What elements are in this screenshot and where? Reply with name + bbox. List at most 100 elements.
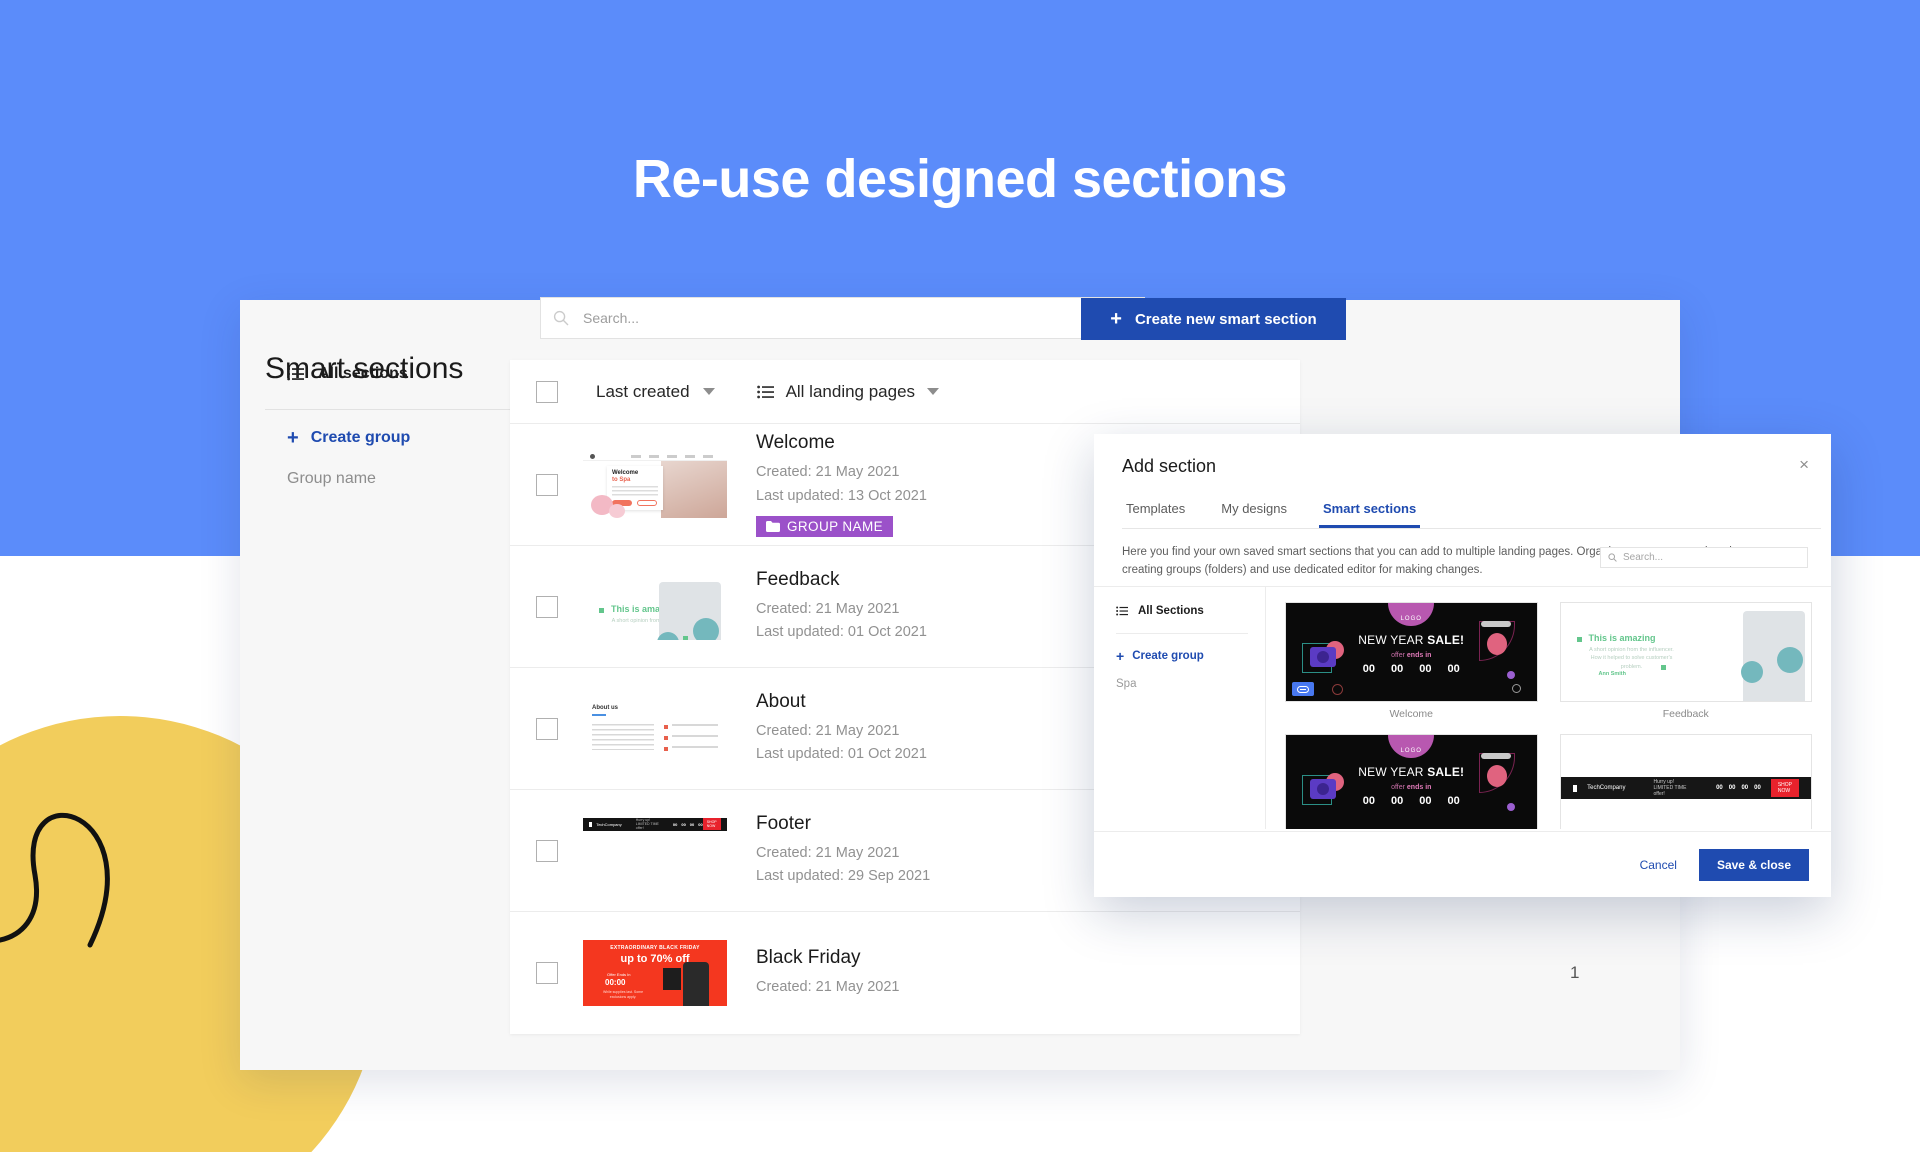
search-icon xyxy=(1608,553,1617,562)
landing-pages-filter-label: All landing pages xyxy=(785,381,916,401)
thumb-offer-bold: ends in xyxy=(1406,652,1432,659)
chevron-down-icon xyxy=(927,388,940,395)
search-placeholder: Search... xyxy=(583,310,640,326)
section-card-label: Welcome xyxy=(1389,708,1434,720)
modal-body: All Sections + Create group Spa LOGO NEW… xyxy=(1094,587,1831,829)
plus-icon: + xyxy=(1110,308,1122,330)
modal-create-group-button[interactable]: + Create group xyxy=(1116,649,1265,663)
close-icon[interactable]: × xyxy=(1799,456,1809,473)
sidebar: All sections + Create group Group name xyxy=(265,358,533,488)
thumb-welcome-h2: to Spa xyxy=(612,476,631,483)
row-updated: Last updated: 29 Sep 2021 xyxy=(756,868,931,884)
select-all-checkbox[interactable] xyxy=(536,380,558,403)
thumb-fb-name: Ann Smith xyxy=(1598,671,1627,677)
thumb-sale-pre: NEW YEAR xyxy=(1358,633,1428,647)
modal-search-placeholder: Search... xyxy=(1623,552,1664,563)
modal-tabs: Templates My designs Smart sections xyxy=(1122,497,1821,529)
row-thumbnail: Welcome to Spa xyxy=(583,451,727,518)
row-name: About xyxy=(756,690,806,712)
modal-sidebar: All Sections + Create group Spa xyxy=(1094,587,1266,829)
landing-pages-filter-dropdown[interactable]: All landing pages xyxy=(756,381,940,402)
tab-templates[interactable]: Templates xyxy=(1122,497,1189,528)
save-and-close-button[interactable]: Save & close xyxy=(1698,848,1809,881)
link-icon xyxy=(1297,685,1309,693)
row-thumbnail: EXTRAORDINARY BLACK FRIDAY up to 70% off… xyxy=(583,940,727,1006)
thumb-fb-heading: This is amazing xyxy=(1588,633,1656,643)
row-updated: Last updated: 13 Oct 2021 xyxy=(756,487,927,504)
row-created: Created: 21 May 2021 xyxy=(756,844,900,861)
list-icon xyxy=(287,367,304,381)
row-updated: Last updated: 01 Oct 2021 xyxy=(756,746,927,762)
thumb-footer-msg: Hurry up! LIMITED TIME offer! xyxy=(1653,779,1687,797)
row-created: Created: 21 May 2021 xyxy=(756,722,900,739)
thumb-footer-cta: SHOP NOW xyxy=(702,818,721,830)
row-updated: Last updated: 01 Oct 2021 xyxy=(756,624,927,640)
table-header: Last created All landing pages xyxy=(510,360,1300,424)
modal-sidebar-item-all-sections[interactable]: All Sections xyxy=(1116,605,1265,617)
modal-title: Add section xyxy=(1122,456,1217,476)
row-name: Black Friday xyxy=(756,946,861,968)
tab-smart-sections[interactable]: Smart sections xyxy=(1319,497,1421,528)
folder-icon xyxy=(766,520,780,532)
modal-footer: Cancel Save & close xyxy=(1094,831,1831,897)
table-row[interactable]: EXTRAORDINARY BLACK FRIDAY up to 70% off… xyxy=(510,912,1579,1034)
modal-sidebar-group-spa[interactable]: Spa xyxy=(1116,678,1265,690)
row-group-badge[interactable]: GROUP NAME xyxy=(756,515,894,537)
modal-section-grid: LOGO NEW YEAR SALE! offer ends in 00 00 00… xyxy=(1266,587,1831,829)
sort-dropdown[interactable]: Last created xyxy=(596,382,715,402)
row-meta: About Created: 21 May 2021 Last updated:… xyxy=(756,691,927,766)
thumb-welcome-h1: Welcome xyxy=(612,469,639,476)
page-title: Re-use designed sections xyxy=(632,149,1288,209)
thumb-footer-brand: TechCompany xyxy=(1587,785,1626,791)
sidebar-group-name[interactable]: Group name xyxy=(265,448,533,488)
section-card[interactable]: LOGO NEW YEAR SALE! offer ends in 00 00 00… xyxy=(1285,602,1538,720)
create-group-button[interactable]: + Create group xyxy=(265,410,533,448)
section-card[interactable]: This is amazing A short opinion from the… xyxy=(1559,602,1812,720)
row-checkbox[interactable] xyxy=(536,962,558,984)
row-checkbox[interactable] xyxy=(536,839,558,862)
modal-sidebar-all-sections-label: All Sections xyxy=(1138,605,1204,617)
row-created: Created: 21 May 2021 xyxy=(756,978,900,995)
row-checkbox[interactable] xyxy=(536,717,558,740)
tab-my-designs[interactable]: My designs xyxy=(1217,497,1291,528)
thumb-bf-l4: 00:00 xyxy=(605,978,626,987)
chevron-down-icon xyxy=(702,388,715,395)
list-icon xyxy=(756,385,774,398)
modal-search-input[interactable]: Search... xyxy=(1600,547,1808,568)
add-section-modal: Add section × Templates My designs Smart… xyxy=(1094,434,1831,897)
smart-section-badge-icon xyxy=(1292,682,1314,696)
plus-icon: + xyxy=(287,427,299,449)
row-name: Footer xyxy=(756,812,811,834)
section-card-preview: LOGO NEW YEAR SALE! offer ends in 00 00 00… xyxy=(1285,734,1538,829)
section-card[interactable]: LOGO NEW YEAR SALE! offer ends in 00 00 00… xyxy=(1285,734,1538,829)
thumb-about-title: About us xyxy=(592,704,618,711)
row-created: Created: 21 May 2021 xyxy=(756,600,900,617)
row-usage-count: 1 xyxy=(1570,963,1580,982)
row-meta: Feedback Created: 21 May 2021 Last updat… xyxy=(756,569,927,644)
cancel-button[interactable]: Cancel xyxy=(1640,858,1677,872)
search-icon xyxy=(553,310,569,326)
thumb-footer-brand: TechCompany xyxy=(596,821,622,827)
list-icon xyxy=(1116,606,1128,616)
thumb-offer-pre: offer xyxy=(1391,652,1407,659)
create-group-label: Create group xyxy=(310,429,411,446)
row-checkbox[interactable] xyxy=(536,595,558,618)
modal-create-group-label: Create group xyxy=(1132,650,1204,662)
section-card[interactable]: TechCompany Hurry up! LIMITED TIME offer… xyxy=(1559,734,1812,829)
create-new-smart-section-button[interactable]: + Create new smart section xyxy=(1081,298,1346,340)
row-name: Feedback xyxy=(756,568,840,590)
row-meta: Black Friday Created: 21 May 2021 xyxy=(756,947,899,999)
row-thumbnail: About us xyxy=(583,695,727,762)
thumb-footer-msg: Hurry up! LIMITED TIME offer! xyxy=(635,818,659,830)
row-checkbox[interactable] xyxy=(536,473,558,496)
row-thumbnail: TechCompany Hurry up! LIMITED TIME offer… xyxy=(583,817,727,884)
create-new-smart-section-label: Create new smart section xyxy=(1134,310,1317,328)
section-card-preview: This is amazing A short opinion from the… xyxy=(1559,602,1812,702)
search-input[interactable]: Search... xyxy=(540,297,1145,339)
sidebar-item-all-sections[interactable]: All sections xyxy=(265,358,533,390)
row-meta: Footer Created: 21 May 2021 Last updated… xyxy=(756,813,930,888)
modal-sidebar-divider xyxy=(1116,633,1248,634)
thumb-bf-l5: While supplies last. Some exclusions app… xyxy=(602,990,644,999)
section-card-preview: TechCompany Hurry up! LIMITED TIME offer… xyxy=(1559,734,1812,829)
row-group-badge-label: GROUP NAME xyxy=(787,518,884,534)
